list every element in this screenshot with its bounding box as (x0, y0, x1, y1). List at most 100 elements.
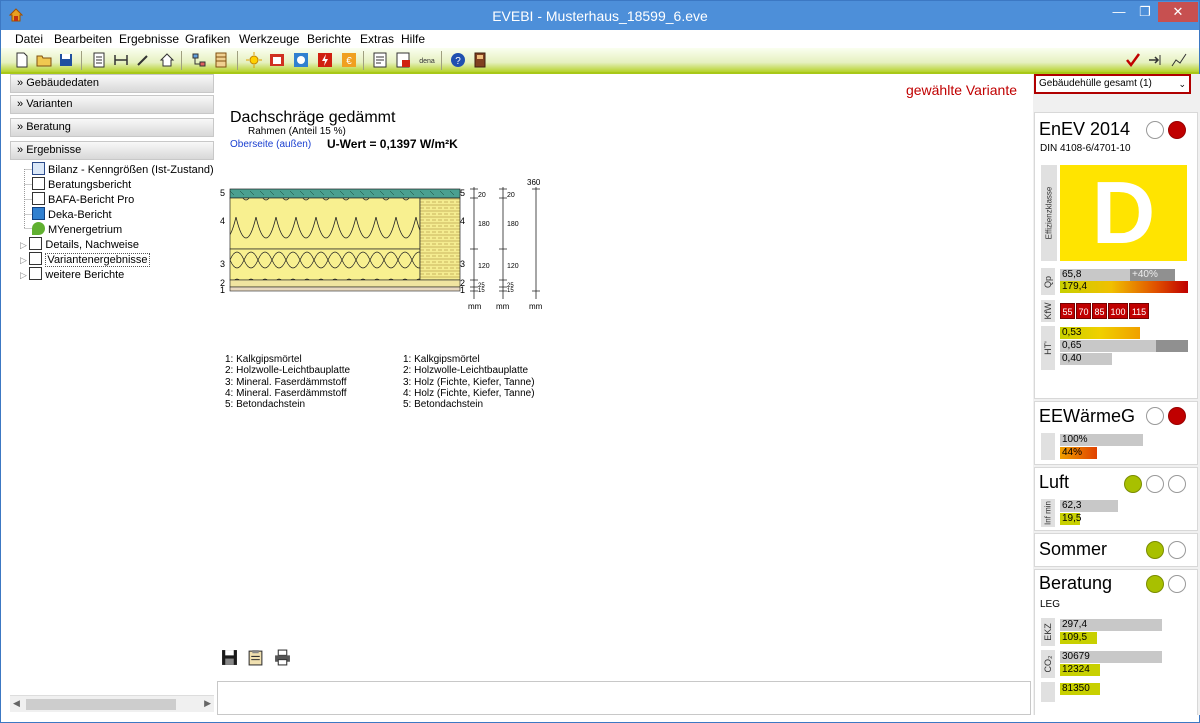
pen-icon[interactable] (135, 52, 151, 68)
legend-item: 5: Betondachstein (403, 399, 484, 411)
menu-hilfe[interactable]: Hilfe (401, 32, 425, 46)
ht-target-bar: 0,40 (1060, 353, 1112, 365)
minimize-button[interactable]: — (1106, 2, 1132, 22)
toolbar: € dena ? (1, 48, 1199, 74)
co2-target-bar: 12324 (1060, 664, 1100, 676)
message-box[interactable] (217, 681, 1031, 715)
chart-icon[interactable] (1171, 52, 1187, 68)
kfw-70: 70 (1076, 303, 1091, 319)
section-label: Varianten (26, 98, 73, 110)
document-icon[interactable] (91, 52, 107, 68)
close-button[interactable]: ✕ (1158, 2, 1198, 22)
sommer-panel: Sommer (1034, 533, 1198, 567)
open-folder-icon[interactable] (36, 52, 52, 68)
cost-label (1041, 682, 1055, 702)
layer-number: 5 (220, 188, 225, 198)
save-icon[interactable] (221, 649, 238, 666)
menu-bearbeiten[interactable]: Bearbeiten (54, 32, 112, 46)
pdf-report-icon[interactable] (395, 52, 411, 68)
section-label: Beratung (26, 121, 71, 133)
legend-item: 3: Mineral. Faserdämmstoff (225, 376, 347, 388)
scroll-thumb[interactable] (26, 699, 176, 710)
enev-title: EnEV 2014 (1039, 119, 1131, 139)
menu-grafiken[interactable]: Grafiken (185, 32, 230, 46)
qp-limit-bar: 179,4 (1060, 281, 1188, 293)
electricity-icon[interactable] (317, 52, 333, 68)
menu-datei[interactable]: Datei (15, 32, 43, 46)
section-varianten[interactable]: » Varianten (10, 95, 214, 114)
tree-item-bafa[interactable]: BAFA-Bericht Pro (32, 192, 134, 207)
check-icon[interactable] (1125, 52, 1141, 68)
print-icon[interactable] (274, 649, 291, 666)
luft-limit-bar: 62,3 (1060, 500, 1118, 512)
ekz-actual-bar: 297,4 (1060, 619, 1162, 631)
tree-item-weitere[interactable]: ▷ weitere Berichte (20, 267, 124, 282)
tree-item-deka[interactable]: Deka-Bericht (32, 207, 112, 222)
luft-label: Inf min (1041, 499, 1055, 527)
heater-icon[interactable] (269, 52, 285, 68)
tree-item-myenergetrium[interactable]: MYenergetrium (32, 222, 122, 237)
save-icon[interactable] (58, 52, 74, 68)
svg-text:?: ? (455, 56, 461, 67)
layer-number: 1 (460, 285, 465, 295)
expand-arrow-icon[interactable]: ▷ (20, 270, 29, 280)
luft-panel: Luft Inf min 62,3 19,5 (1034, 467, 1198, 531)
tree-item-variantenergebnisse[interactable]: ▷ Variantenergebnisse (20, 252, 150, 267)
outer-side-link[interactable]: Oberseite (außen) (230, 139, 311, 150)
dimension-icon[interactable] (113, 52, 129, 68)
svg-text:€: € (346, 56, 352, 67)
house-outline-icon[interactable] (159, 52, 175, 68)
navigation-panel: » Gebäudedaten » Varianten » Beratung » … (10, 74, 214, 714)
fan-icon[interactable] (293, 52, 309, 68)
menu-werkzeuge[interactable]: Werkzeuge (239, 32, 299, 46)
eew-required-bar: 100% (1060, 434, 1143, 446)
efficiency-class-box: D (1060, 165, 1187, 261)
status-circle-empty (1146, 407, 1164, 425)
qp-percent-bar: +40% (1130, 269, 1175, 281)
tree-item-details[interactable]: ▷ Details, Nachweise (20, 237, 139, 252)
expand-arrow-icon[interactable]: ▷ (20, 240, 29, 250)
co2-actual-bar: 30679 (1060, 651, 1162, 663)
co2-label: CO₂ (1041, 650, 1055, 678)
clipboard-icon[interactable] (247, 649, 264, 666)
help-icon[interactable]: ? (450, 52, 466, 68)
network-icon[interactable] (191, 52, 207, 68)
dim-unit: mm (496, 302, 510, 311)
menu-ergebnisse[interactable]: Ergebnisse (119, 32, 179, 46)
info-book-icon[interactable] (472, 52, 488, 68)
section-gebaeudedaten[interactable]: » Gebäudedaten (10, 74, 214, 93)
layer-number: 4 (220, 216, 225, 226)
eewaermeg-panel: EEWärmeG 100% 44% (1034, 401, 1198, 465)
layers-icon[interactable] (213, 52, 229, 68)
eew-actual-bar: 44% (1060, 447, 1097, 459)
legend-right: 1: Kalkgipsmörtel 2: Holzwolle-Leichtbau… (403, 354, 535, 410)
menu-berichte[interactable]: Berichte (307, 32, 351, 46)
scope-dropdown[interactable]: Gebäudehülle gesamt (1) ⌄ (1034, 74, 1191, 94)
dim-a: 120 (478, 263, 490, 270)
section-beratung[interactable]: » Beratung (10, 118, 214, 137)
legend-left: 1: Kalkgipsmörtel 2: Holzwolle-Leichtbau… (225, 354, 350, 410)
arrow-export-icon[interactable] (1148, 52, 1164, 68)
tree-item-beratungsbericht[interactable]: Beratungsbericht (32, 177, 131, 192)
status-circle-empty (1168, 541, 1186, 559)
section-label: Ergebnisse (26, 144, 82, 156)
reports-stack-icon (29, 267, 43, 280)
dim-total: 360 (527, 179, 541, 187)
cost-icon[interactable]: € (341, 52, 357, 68)
new-file-icon[interactable] (14, 52, 30, 68)
scroll-right-icon[interactable]: ▶ (204, 698, 211, 709)
reports-stack-icon (29, 237, 43, 250)
legend-item: 1: Kalkgipsmörtel (225, 354, 302, 365)
maximize-button[interactable]: ❐ (1132, 2, 1158, 22)
scroll-left-icon[interactable]: ◀ (13, 698, 20, 709)
sun-icon[interactable] (246, 52, 262, 68)
double-chevron-icon: » (17, 121, 24, 133)
section-ergebnisse[interactable]: » Ergebnisse (10, 141, 214, 160)
report-icon[interactable] (372, 52, 388, 68)
menu-extras[interactable]: Extras (360, 32, 394, 46)
horizontal-scrollbar[interactable]: ◀ ▶ (10, 695, 214, 712)
dena-logo-icon[interactable]: dena (417, 52, 437, 68)
tree-item-bilanz[interactable]: Bilanz - Kenngrößen (Ist-Zustand) (32, 162, 214, 177)
expand-arrow-icon[interactable]: ▷ (20, 255, 29, 265)
status-circle-red (1168, 121, 1186, 139)
